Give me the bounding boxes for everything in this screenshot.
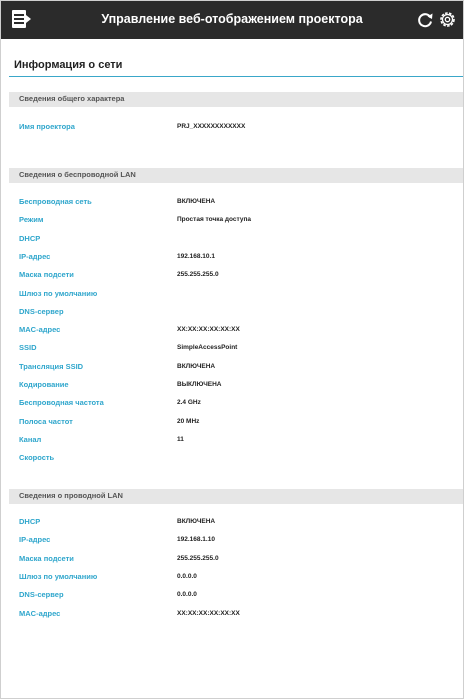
row-label: DNS-сервер	[19, 306, 64, 316]
settings-icon[interactable]	[437, 9, 458, 30]
row-value: 2.4 GHz	[177, 399, 201, 407]
row-value: 255.255.255.0	[177, 271, 219, 279]
row-label: Беспроводная сеть	[19, 197, 92, 206]
row-label: Маска подсети	[19, 553, 74, 563]
row-value: 0.0.0.0	[177, 572, 197, 580]
row-value: 11	[177, 435, 184, 443]
row-value: SimpleAccessPoint	[177, 344, 238, 352]
row-label: Скорость	[19, 453, 55, 463]
row-value: 192.168.10.1	[177, 252, 215, 260]
row-value-projector-name: PRJ_XXXXXXXXXXXX	[177, 123, 246, 130]
row-label: IP-адрес	[19, 251, 51, 261]
header-bar: Управление веб-отображением проектора	[1, 1, 463, 39]
row-value: 20 MHz	[177, 417, 200, 425]
row-label: Канал	[19, 434, 42, 444]
row-value: 255.255.255.0	[177, 554, 219, 562]
row-label: DNS-сервер	[19, 590, 64, 600]
row-label-projector-name: Имя проектора	[19, 122, 75, 131]
row-label: MAC-адрес	[19, 608, 61, 618]
row-label: Шлюз по умолчанию	[19, 571, 98, 581]
row-value: ВКЛЮЧЕНА	[177, 198, 216, 205]
row-label: IP-адрес	[19, 535, 51, 545]
row-label: Режим	[19, 215, 44, 225]
section-general-header: Сведения общего характера	[9, 92, 463, 107]
row-label: Шлюз по умолчанию	[19, 288, 98, 298]
row-label: Трансляция SSID	[19, 361, 84, 371]
section-wireless-header: Сведения о беспроводной LAN	[9, 168, 463, 183]
row-value: ВЫКЛЮЧЕНА	[177, 381, 222, 388]
header-title: Управление веб-отображением проектора	[101, 12, 363, 26]
row-value: XX:XX:XX:XX:XX:XX	[177, 326, 240, 334]
row-value: Простая точка доступа	[177, 216, 252, 224]
row-value: ВКЛЮЧЕНА	[177, 518, 216, 525]
row-label: DHCP	[19, 517, 41, 526]
row-value: 192.168.1.10	[177, 536, 215, 544]
row-label: Беспроводная частота	[19, 398, 104, 408]
page-title: Информация о сети	[14, 59, 123, 71]
row-label: Полоса частот	[19, 416, 73, 426]
section-wired-title: Сведения о проводной LAN	[19, 491, 123, 500]
title-divider	[9, 76, 463, 77]
section-wireless-title: Сведения о беспроводной LAN	[19, 170, 136, 179]
section-general-title: Сведения общего характера	[19, 94, 125, 103]
row-label: SSID	[19, 343, 37, 353]
row-value: 0.0.0.0	[177, 591, 197, 599]
row-label: DHCP	[19, 233, 41, 243]
refresh-icon[interactable]	[415, 10, 435, 30]
row-label: Маска подсети	[19, 270, 74, 280]
app-window: Управление веб-отображением проектора Ин…	[0, 0, 464, 699]
row-value: ВКЛЮЧЕНА	[177, 362, 216, 370]
row-label: Кодирование	[19, 380, 69, 389]
section-wired-header: Сведения о проводной LAN	[9, 489, 463, 504]
row-label: MAC-адрес	[19, 325, 61, 335]
row-value: XX:XX:XX:XX:XX:XX	[177, 609, 240, 617]
